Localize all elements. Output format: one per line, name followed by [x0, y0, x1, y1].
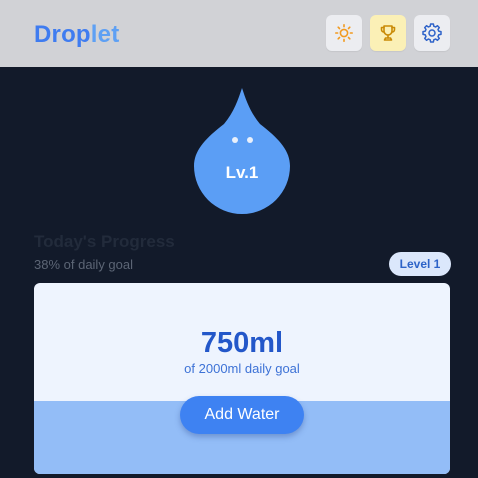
app-root: Droplet Lv.1 Today's Progress 38% of dai…: [0, 0, 478, 478]
water-amount: 750ml: [200, 327, 284, 359]
theme-toggle-button[interactable]: [326, 15, 362, 51]
droplet-left-eye: [232, 137, 238, 143]
water-progress-card: 750ml of 2000ml daily goal Add Water: [34, 283, 450, 474]
progress-subtitle: 38% of daily goal: [34, 257, 134, 272]
progress-title: Today's Progress: [34, 232, 175, 251]
droplet-level-label: Lv.1: [225, 163, 259, 182]
droplet-shape: [194, 88, 290, 214]
daily-goal-text: of 2000ml daily goal: [184, 361, 300, 376]
brand-logo: Droplet: [34, 20, 119, 50]
achievements-button[interactable]: [370, 15, 406, 51]
trophy-icon: [378, 23, 398, 43]
add-water-button[interactable]: Add Water: [180, 396, 304, 434]
sun-icon: [334, 23, 354, 43]
top-header: Droplet: [0, 0, 478, 67]
level-badge: Level 1: [389, 252, 451, 276]
gear-icon: [422, 23, 442, 43]
droplet-right-eye: [247, 137, 253, 143]
brand-text-part1: Drop: [34, 21, 91, 48]
brand-text-part2: let: [90, 21, 120, 48]
droplet-mascot[interactable]: Lv.1: [194, 86, 290, 214]
settings-button[interactable]: [414, 15, 450, 51]
